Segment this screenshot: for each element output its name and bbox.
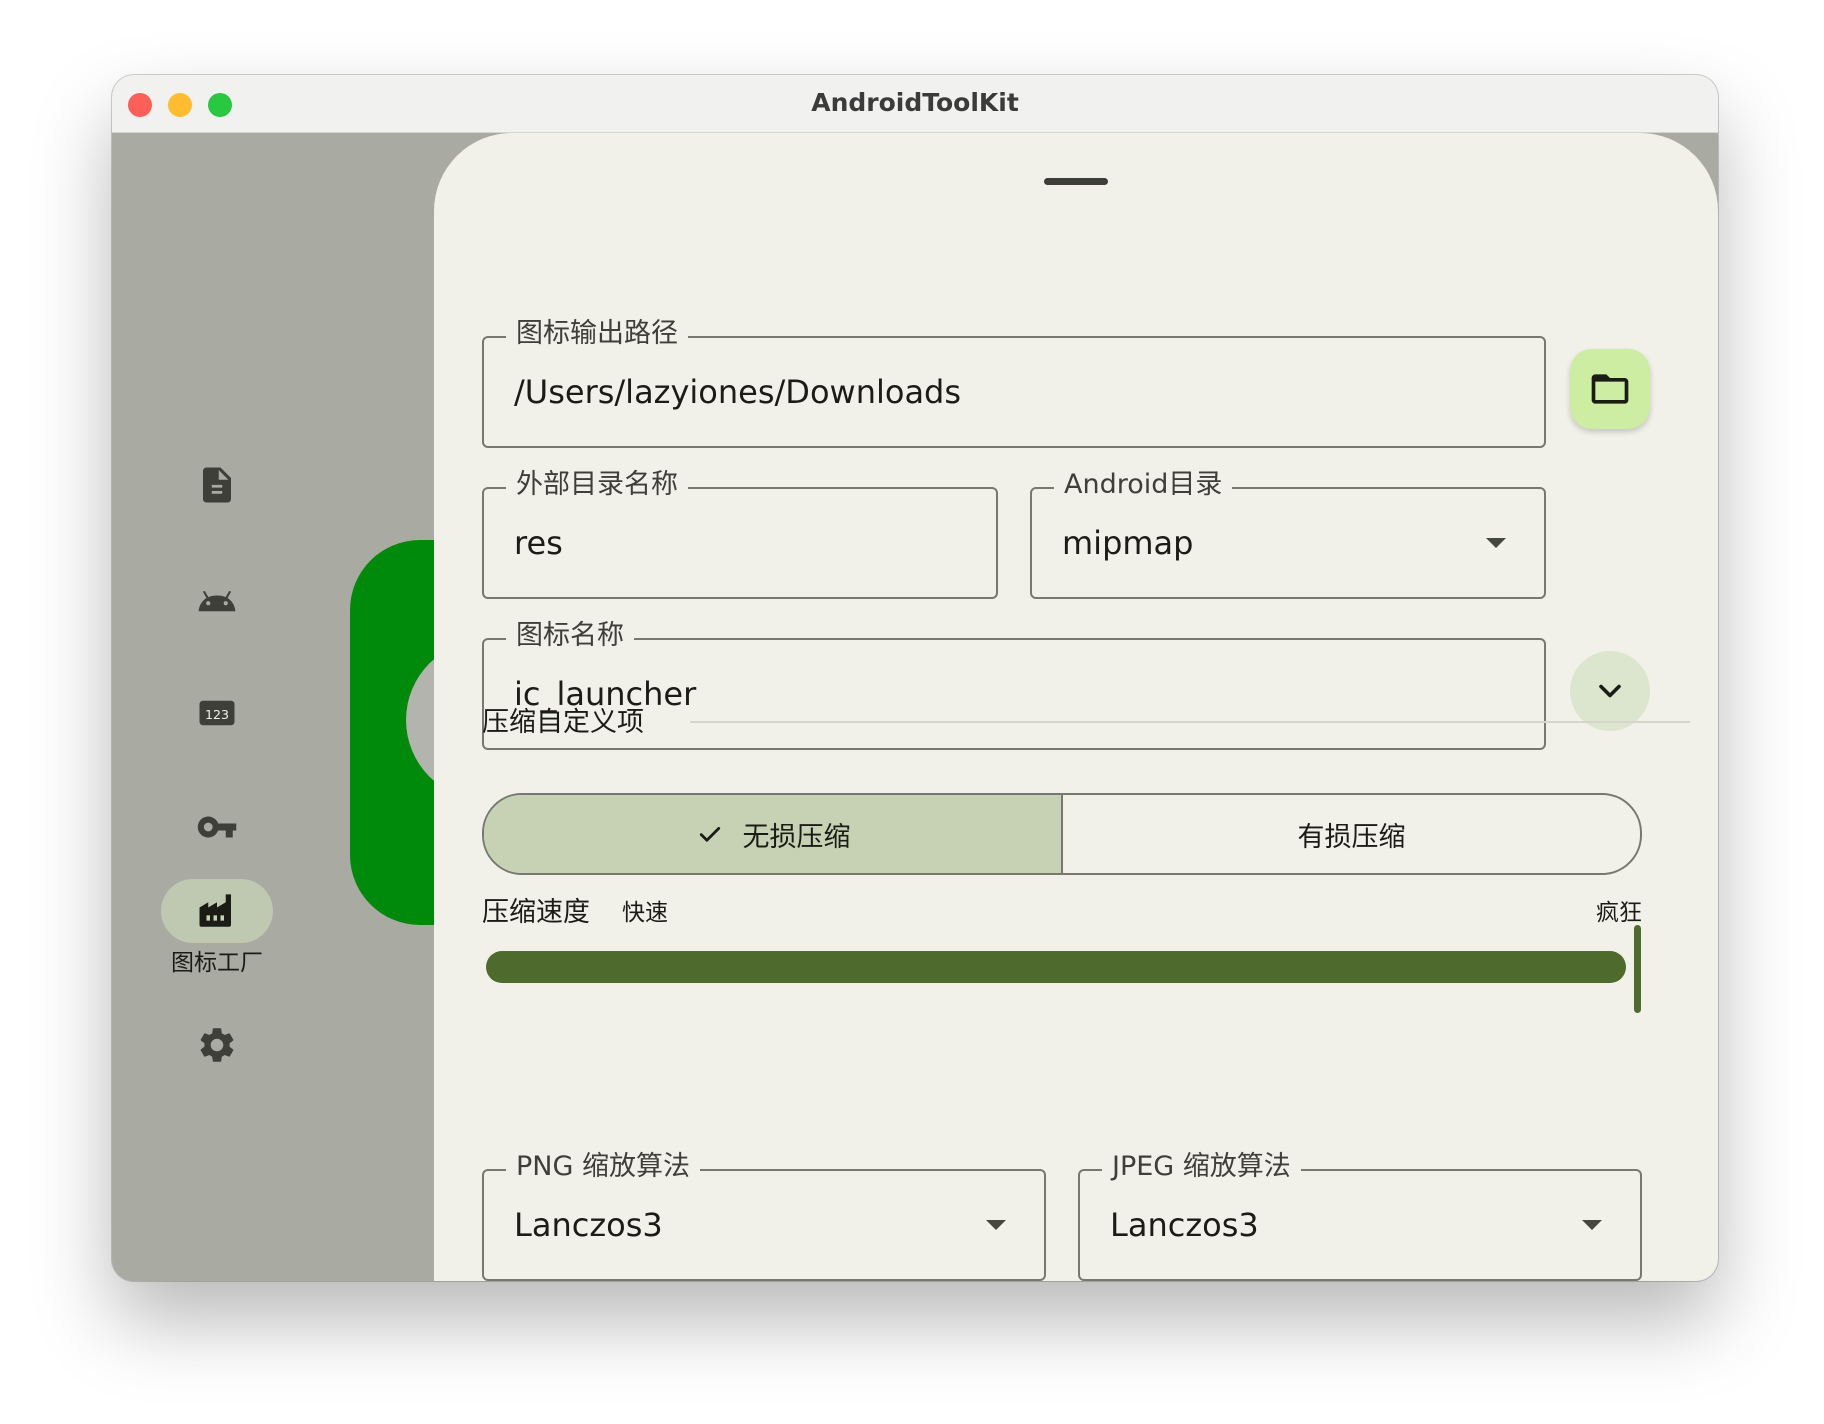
- nav-icon-factory[interactable]: [161, 879, 273, 943]
- dropdown-arrow-icon: [1582, 1220, 1602, 1230]
- app-window: AndroidToolKit 123 图标工厂 图标输出路径 /Users/la…: [112, 75, 1718, 1281]
- external-dir-field[interactable]: 外部目录名称 res: [482, 467, 998, 599]
- nav-key[interactable]: [161, 795, 273, 859]
- jpeg-algorithm-label: JPEG 缩放算法: [1102, 1149, 1301, 1185]
- output-path-label: 图标输出路径: [506, 316, 688, 352]
- dropdown-arrow-icon: [986, 1220, 1006, 1230]
- compression-mode-segmented-control: 无损压缩 有损压缩: [482, 793, 1642, 875]
- drag-handle[interactable]: [1044, 178, 1108, 185]
- key-icon: [197, 816, 237, 838]
- section-divider: [690, 721, 1690, 723]
- external-dir-value: res: [514, 524, 563, 562]
- expand-options-button[interactable]: [1570, 651, 1650, 731]
- png-algorithm-dropdown[interactable]: PNG 缩放算法 Lanczos3: [482, 1149, 1046, 1281]
- gear-icon: [200, 1028, 234, 1062]
- nav-settings[interactable]: [161, 1013, 273, 1077]
- speed-label: 压缩速度: [482, 897, 590, 928]
- lossy-compression-label: 有损压缩: [1297, 821, 1406, 853]
- speed-slider-track[interactable]: [486, 951, 1626, 983]
- android-dir-dropdown[interactable]: Android目录 mipmap: [1030, 467, 1546, 599]
- external-dir-label: 外部目录名称: [506, 467, 688, 503]
- lossless-compression-label: 无损压缩: [742, 821, 851, 853]
- speed-min-label: 快速: [622, 900, 668, 926]
- icon-name-label: 图标名称: [506, 618, 634, 654]
- numeric-123-icon: 123: [199, 700, 235, 726]
- factory-icon: [199, 894, 231, 927]
- jpeg-algorithm-dropdown[interactable]: JPEG 缩放算法 Lanczos3: [1078, 1149, 1642, 1281]
- window-title: AndroidToolKit: [811, 88, 1019, 117]
- jpeg-algorithm-value: Lanczos3: [1110, 1206, 1259, 1244]
- folder-icon: [1591, 374, 1629, 404]
- nav-file-document[interactable]: [161, 453, 273, 517]
- section-title: 压缩自定义项: [482, 707, 644, 738]
- lossy-compression-option[interactable]: 有损压缩: [1063, 795, 1640, 873]
- png-algorithm-label: PNG 缩放算法: [506, 1149, 700, 1185]
- lossless-compression-option[interactable]: 无损压缩: [484, 795, 1063, 873]
- choose-folder-button[interactable]: [1570, 349, 1650, 429]
- android-icon: [198, 590, 236, 612]
- nav-numeric[interactable]: 123: [161, 681, 273, 745]
- check-icon: [699, 827, 720, 842]
- speed-max-label: 疯狂: [1596, 900, 1642, 926]
- output-path-value: /Users/lazyiones/Downloads: [514, 373, 962, 411]
- chevron-down-icon: [1599, 684, 1621, 698]
- nav-android[interactable]: [161, 567, 273, 631]
- nav-label-icon-factory: 图标工厂: [171, 950, 263, 976]
- title-bar: AndroidToolKit: [112, 75, 1718, 133]
- svg-text:123: 123: [205, 707, 229, 722]
- output-path-field[interactable]: 图标输出路径 /Users/lazyiones/Downloads: [482, 316, 1546, 448]
- dropdown-arrow-icon: [1486, 538, 1506, 548]
- png-algorithm-value: Lanczos3: [514, 1206, 663, 1244]
- speed-slider-thumb[interactable]: [1634, 925, 1641, 1013]
- android-dir-label: Android目录: [1054, 467, 1233, 503]
- android-dir-value: mipmap: [1062, 524, 1194, 562]
- file-document-icon: [203, 467, 231, 503]
- bottom-sheet: 图标输出路径 /Users/lazyiones/Downloads 外部目录名称…: [434, 133, 1718, 1281]
